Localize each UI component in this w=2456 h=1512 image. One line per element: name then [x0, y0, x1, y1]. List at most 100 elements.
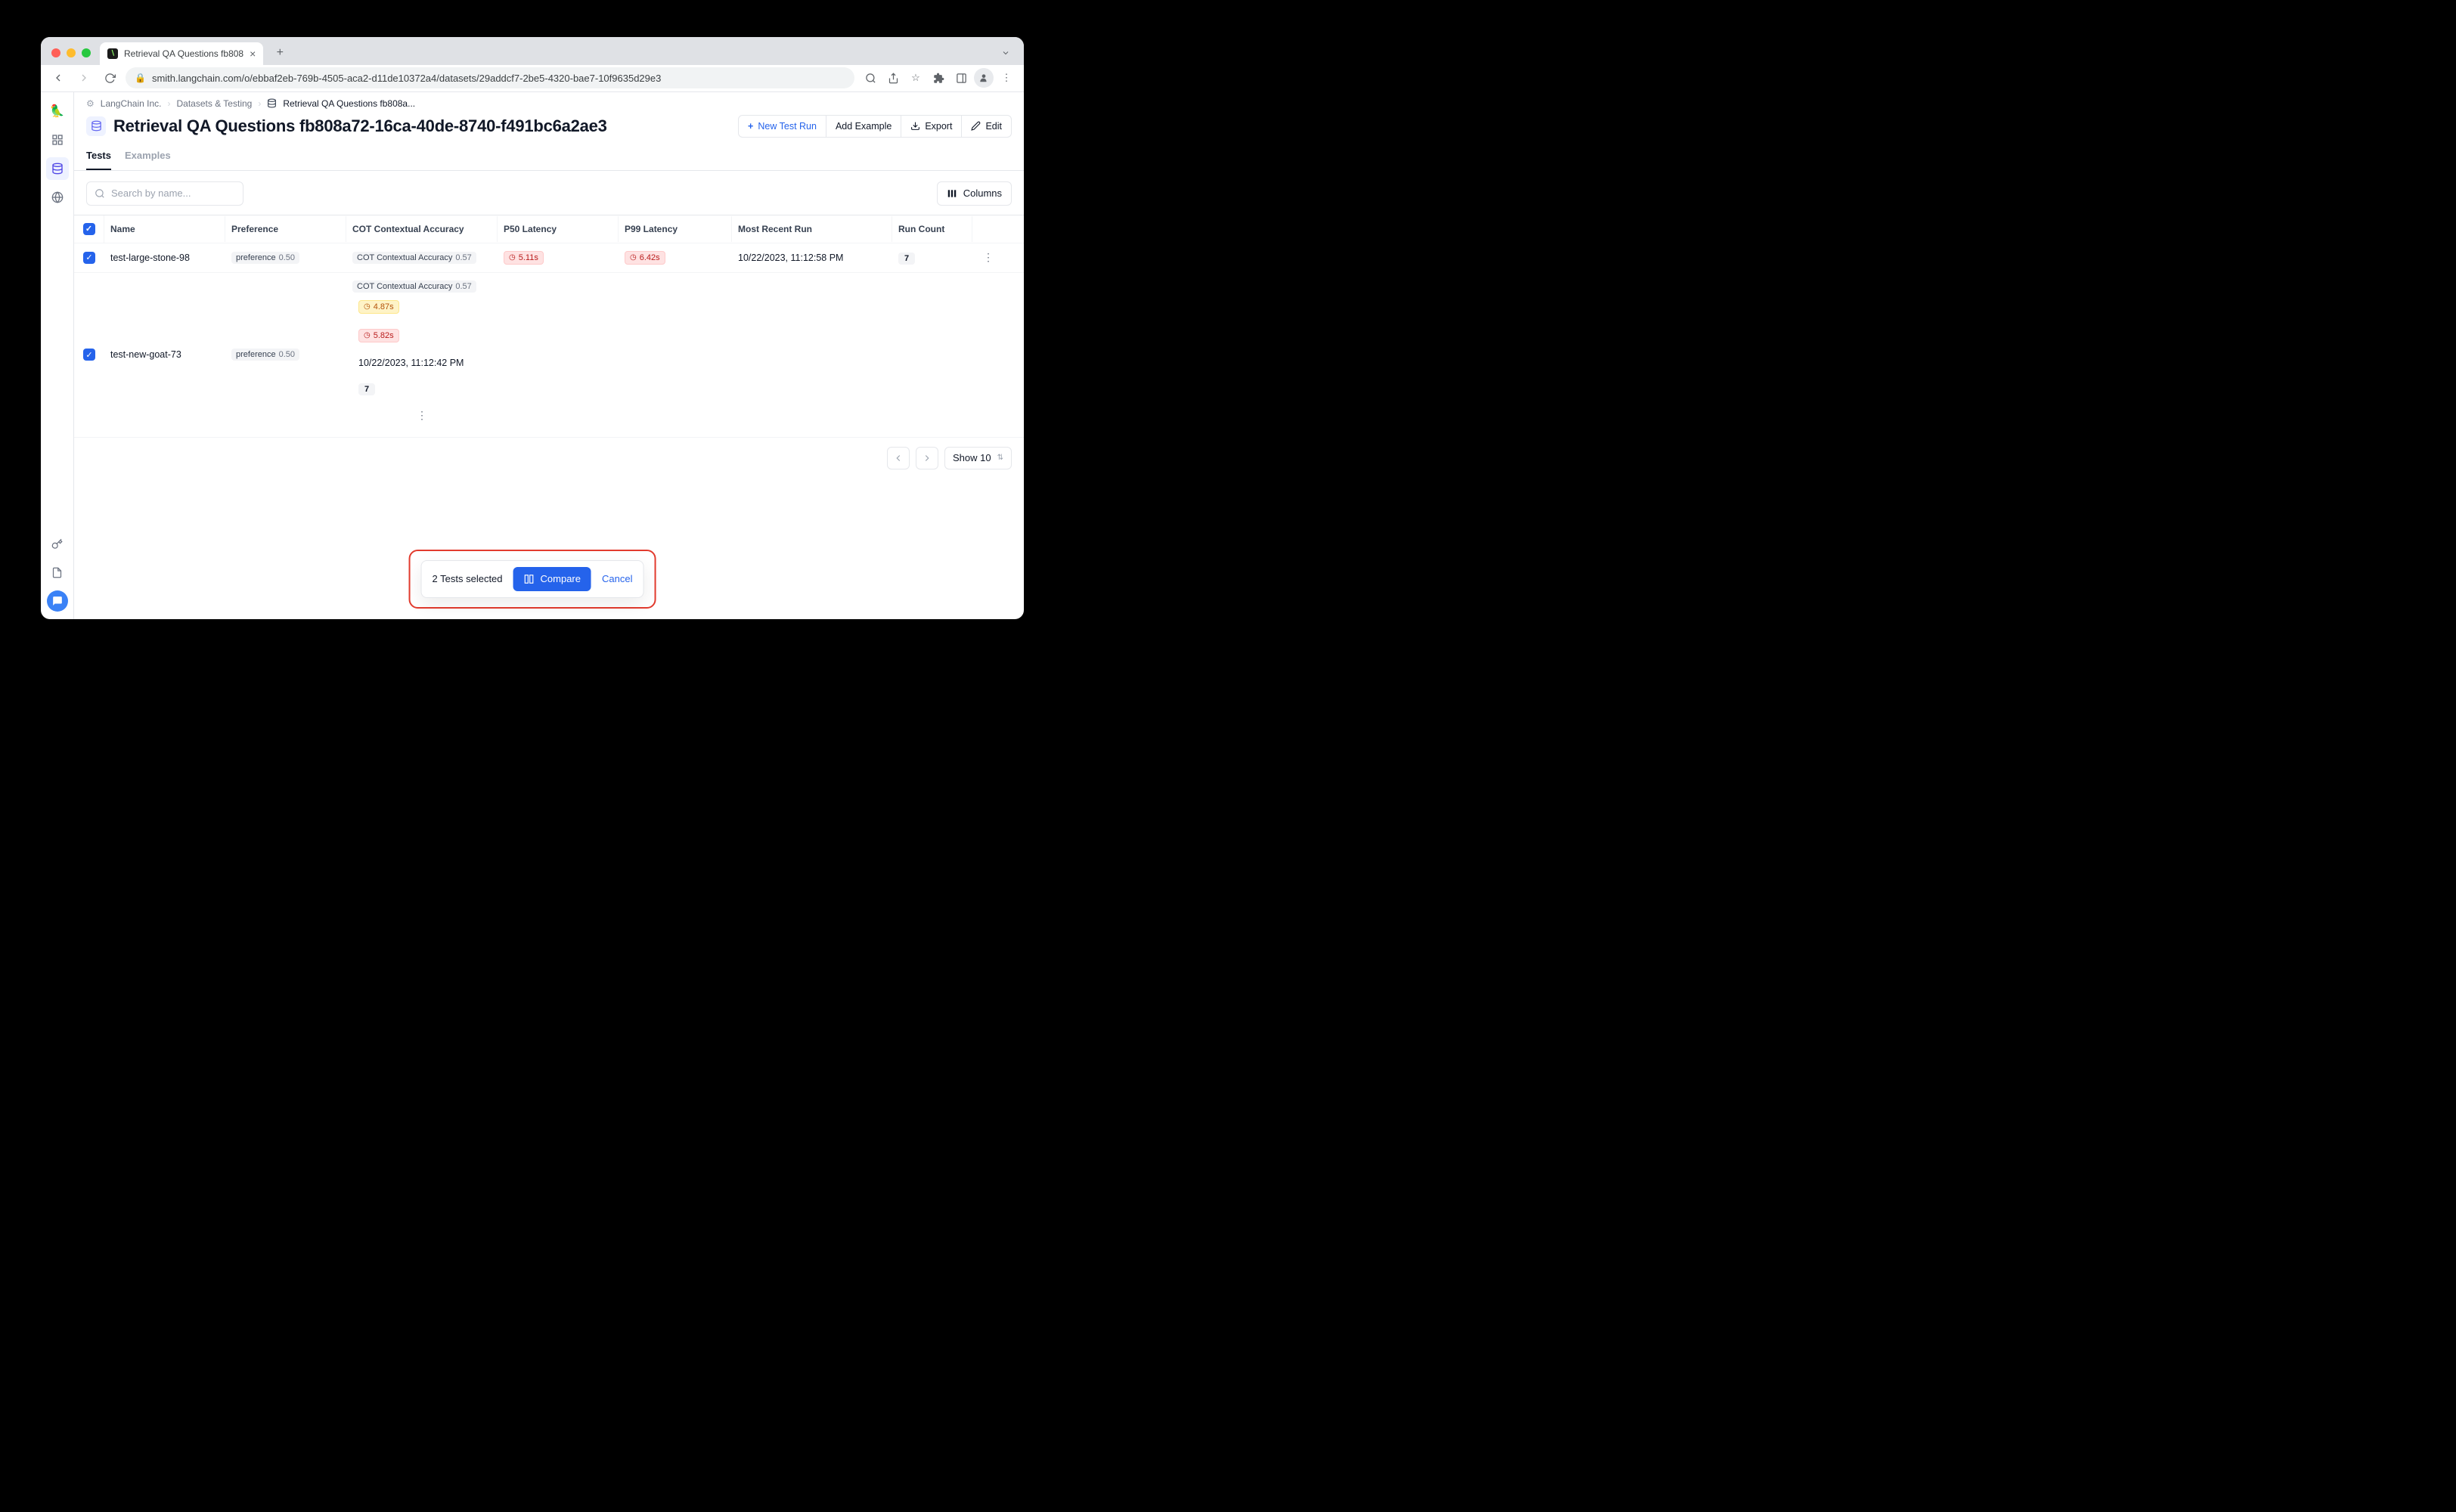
selection-bar: 2 Tests selected Compare Cancel [421, 560, 644, 598]
cot-pill: COT Contextual Accuracy 0.57 [352, 252, 476, 264]
nav-docs-icon[interactable] [46, 562, 69, 584]
page-header: Retrieval QA Questions fb808a72-16ca-40d… [74, 112, 1024, 145]
compare-icon [524, 574, 535, 584]
breadcrumb-page: Retrieval QA Questions fb808a... [283, 98, 415, 109]
prev-page-button[interactable] [887, 447, 910, 469]
profile-icon[interactable] [974, 68, 994, 88]
tab-title: Retrieval QA Questions fb808 [124, 48, 243, 59]
columns-button[interactable]: Columns [937, 181, 1012, 206]
logo-icon[interactable]: 🦜 [46, 100, 69, 122]
download-icon [910, 121, 920, 131]
reload-button[interactable] [100, 68, 119, 88]
select-all-checkbox[interactable]: ✓ [83, 223, 95, 235]
address-bar[interactable]: 🔒 smith.langchain.com/o/ebbaf2eb-769b-45… [126, 67, 854, 88]
clock-icon: ◷ [364, 331, 371, 339]
select-all-header: ✓ [74, 215, 104, 243]
chevron-updown-icon: ⇅ [997, 454, 1003, 462]
forward-button[interactable] [74, 68, 94, 88]
maximize-window[interactable] [82, 48, 91, 57]
col-runcount[interactable]: Run Count [892, 216, 972, 242]
nav-datasets-icon[interactable] [46, 157, 69, 180]
clock-icon: ◷ [364, 302, 371, 311]
selection-count: 2 Tests selected [433, 573, 503, 584]
nav-hub-icon[interactable] [46, 186, 69, 209]
close-window[interactable] [51, 48, 60, 57]
run-count-badge: 7 [898, 253, 915, 265]
p99-pill: ◷5.82s [358, 329, 399, 342]
bookmark-icon[interactable]: ☆ [906, 68, 926, 88]
table-row[interactable]: ✓ test-large-stone-98 preference 0.50 CO… [74, 243, 1024, 273]
window-controls [48, 48, 94, 65]
add-example-button[interactable]: Add Example [826, 115, 901, 138]
preference-pill: preference 0.50 [231, 349, 299, 361]
col-actions [972, 222, 1004, 237]
nav-projects-icon[interactable] [46, 129, 69, 151]
new-test-run-button[interactable]: + New Test Run [738, 115, 826, 138]
chrome-menu-icon[interactable]: ⋮ [997, 68, 1016, 88]
tab-close-icon[interactable]: × [250, 48, 256, 60]
compare-button[interactable]: Compare [513, 567, 591, 591]
new-tab-button[interactable]: + [269, 42, 290, 64]
content-tabs: Tests Examples [74, 145, 1024, 171]
row-checkbox[interactable]: ✓ [83, 349, 95, 361]
next-page-button[interactable] [916, 447, 938, 469]
p50-pill: ◷4.87s [358, 300, 399, 314]
row-menu-icon[interactable]: ⋮ [352, 401, 492, 429]
breadcrumb-section[interactable]: Datasets & Testing [177, 98, 253, 109]
sidepanel-icon[interactable] [951, 68, 971, 88]
tests-table: ✓ Name Preference COT Contextual Accurac… [74, 215, 1024, 479]
minimize-window[interactable] [67, 48, 76, 57]
tab-tests[interactable]: Tests [86, 145, 111, 170]
clock-icon: ◷ [630, 253, 637, 262]
share-icon[interactable] [883, 68, 903, 88]
tabs-dropdown-icon[interactable] [995, 45, 1016, 60]
recent-run: 10/22/2023, 11:12:58 PM [732, 245, 892, 271]
search-icon [95, 188, 105, 199]
col-name[interactable]: Name [104, 216, 225, 242]
database-icon [267, 98, 277, 108]
pencil-icon [971, 121, 981, 131]
chrome-toolbar: 🔒 smith.langchain.com/o/ebbaf2eb-769b-45… [41, 65, 1024, 92]
table-header-row: ✓ Name Preference COT Contextual Accurac… [74, 215, 1024, 243]
page-title: Retrieval QA Questions fb808a72-16ca-40d… [113, 116, 730, 136]
test-name[interactable]: test-new-goat-73 [110, 349, 181, 360]
breadcrumb-org[interactable]: LangChain Inc. [101, 98, 162, 109]
test-name[interactable]: test-large-stone-98 [110, 253, 190, 263]
col-cot[interactable]: COT Contextual Accuracy [346, 216, 498, 242]
page-size-select[interactable]: Show 10 ⇅ [944, 447, 1012, 469]
header-actions: + New Test Run Add Example Export Edit [738, 115, 1012, 138]
back-button[interactable] [48, 68, 68, 88]
zoom-icon[interactable] [861, 68, 880, 88]
cot-pill: COT Contextual Accuracy 0.57 [352, 280, 476, 293]
chevron-right-icon: › [258, 98, 261, 109]
search-placeholder: Search by name... [111, 187, 191, 199]
row-checkbox[interactable]: ✓ [83, 252, 95, 264]
clock-icon: ◷ [509, 253, 516, 262]
chrome-tab-strip: ∖ Retrieval QA Questions fb808 × + [41, 37, 1024, 65]
pagination: Show 10 ⇅ [74, 438, 1024, 479]
export-button[interactable]: Export [901, 115, 962, 138]
edit-button[interactable]: Edit [962, 115, 1012, 138]
columns-icon [947, 188, 957, 199]
row-menu-icon[interactable]: ⋮ [972, 243, 1004, 271]
col-p50[interactable]: P50 Latency [498, 216, 619, 242]
favicon: ∖ [107, 48, 118, 59]
col-preference[interactable]: Preference [225, 216, 346, 242]
search-input[interactable]: Search by name... [86, 181, 243, 206]
url-text: smith.langchain.com/o/ebbaf2eb-769b-4505… [152, 73, 661, 84]
table-row[interactable]: ✓ test-new-goat-73 preference 0.50 COT C… [74, 273, 1024, 438]
org-icon: ⚙ [86, 98, 95, 109]
p50-pill: ◷5.11s [504, 251, 544, 265]
nav-keys-icon[interactable] [46, 533, 69, 556]
browser-tab[interactable]: ∖ Retrieval QA Questions fb808 × [100, 42, 263, 65]
extensions-icon[interactable] [929, 68, 948, 88]
browser-window: ∖ Retrieval QA Questions fb808 × + 🔒 smi… [41, 37, 1024, 619]
tab-examples[interactable]: Examples [125, 145, 171, 170]
col-recent[interactable]: Most Recent Run [732, 216, 892, 242]
col-p99[interactable]: P99 Latency [619, 216, 732, 242]
chat-fab[interactable] [47, 590, 68, 612]
lock-icon: 🔒 [135, 73, 146, 83]
cancel-button[interactable]: Cancel [602, 573, 632, 584]
chevron-right-icon: › [168, 98, 171, 109]
filter-row: Search by name... Columns [74, 171, 1024, 215]
